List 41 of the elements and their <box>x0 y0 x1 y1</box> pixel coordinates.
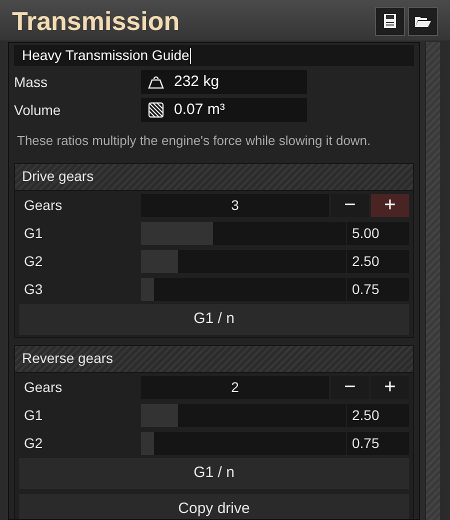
gear-count-value: 3 <box>141 194 329 216</box>
gear-label: G3 <box>23 280 44 298</box>
property-value: 232 kg <box>141 70 307 94</box>
section-header: Reverse gears <box>15 346 413 372</box>
ratio-value[interactable]: 5.00 <box>347 222 409 244</box>
scrollbar[interactable] <box>425 42 440 520</box>
ratio-slider[interactable] <box>141 432 346 454</box>
gear-label: G1 <box>23 224 44 242</box>
minus-button[interactable]: − <box>331 376 369 398</box>
gear-label: G1 <box>23 406 44 424</box>
gear-label: G2 <box>23 434 44 452</box>
ratio-value[interactable]: 2.50 <box>347 404 409 426</box>
ratio-slider[interactable] <box>141 404 346 426</box>
description-text: These ratios multiply the engine's force while slowing it down. <box>16 132 372 150</box>
property-value: 0.07 m³ <box>141 98 307 122</box>
action-button[interactable]: Copy drive <box>19 494 409 519</box>
folder-icon <box>414 14 432 28</box>
property-label: Volume <box>14 100 62 120</box>
ratio-slider[interactable] <box>141 222 346 244</box>
gear-count-value: 2 <box>141 376 329 398</box>
ratio-slider[interactable] <box>141 250 346 272</box>
plus-button[interactable]: + <box>371 194 409 216</box>
weight-icon <box>148 75 164 89</box>
plus-button[interactable]: + <box>371 376 409 398</box>
name-field[interactable]: Heavy Transmission Guide <box>14 45 414 66</box>
gear-label: G2 <box>23 252 44 270</box>
ratio-value[interactable]: 0.75 <box>347 278 409 300</box>
window-title: Transmission <box>12 8 181 34</box>
section-header: Drive gears <box>15 164 413 190</box>
gear-count-label: Gears <box>23 378 64 396</box>
open-folder-button[interactable] <box>408 6 438 36</box>
gear-count-label: Gears <box>23 196 64 214</box>
save-button[interactable] <box>375 6 405 36</box>
minus-button[interactable]: − <box>331 194 369 216</box>
action-button[interactable]: G1 / n <box>19 304 409 334</box>
action-button[interactable]: G1 / n <box>19 458 409 488</box>
ratio-value[interactable]: 0.75 <box>347 432 409 454</box>
ratio-slider[interactable] <box>141 278 346 300</box>
property-label: Mass <box>14 72 48 92</box>
hatched-square-icon <box>148 102 164 118</box>
ratio-value[interactable]: 2.50 <box>347 250 409 272</box>
